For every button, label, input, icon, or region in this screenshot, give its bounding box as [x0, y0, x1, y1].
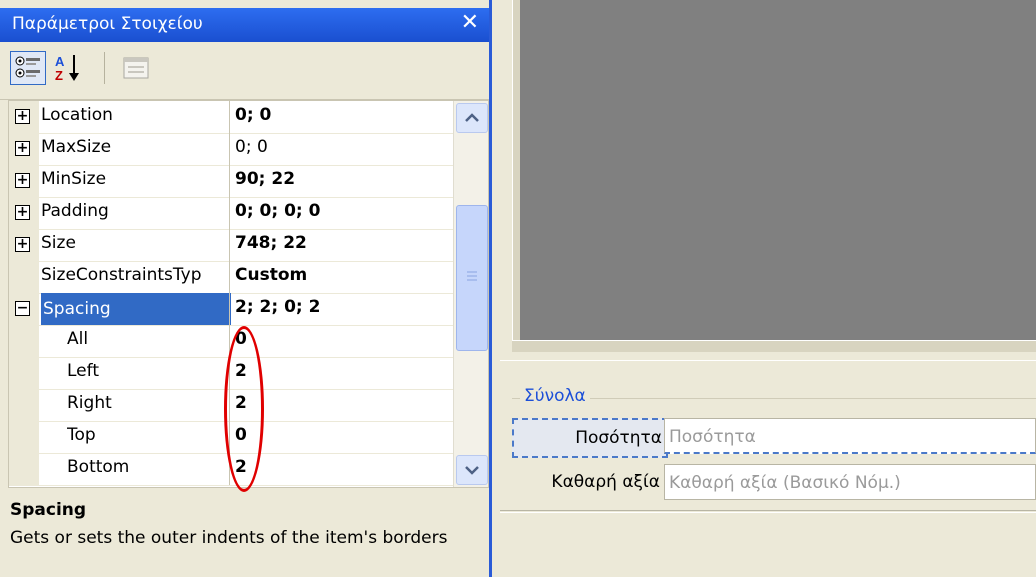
- property-row[interactable]: SizeConstraintsTyp Custom: [9, 261, 453, 294]
- row-gutter: [9, 421, 39, 453]
- property-value[interactable]: 748; 22: [235, 233, 307, 253]
- property-row[interactable]: + MaxSize 0; 0: [9, 133, 453, 166]
- property-row[interactable]: + MinSize 90; 22: [9, 165, 453, 198]
- property-name: Location: [41, 105, 113, 125]
- scroll-up-icon[interactable]: [456, 103, 488, 133]
- scroll-thumb[interactable]: [456, 205, 488, 351]
- close-icon[interactable]: ✕: [461, 10, 479, 35]
- row-gutter: [9, 453, 39, 485]
- row-gutter: +: [9, 197, 39, 229]
- design-canvas[interactable]: [520, 0, 1036, 340]
- row-gutter: [9, 389, 39, 421]
- divider: [500, 510, 1036, 511]
- row-gutter: +: [9, 165, 39, 197]
- canvas-frame: [512, 0, 520, 352]
- properties-panel: Παράμετροι Στοιχείου ✕ A Z + Location 0;…: [0, 0, 492, 577]
- property-row[interactable]: + Size 748; 22: [9, 229, 453, 262]
- panel-title: Παράμετροι Στοιχείου: [12, 14, 203, 34]
- canvas-frame-bottom: [512, 340, 1036, 352]
- property-name: Size: [41, 233, 76, 253]
- property-value[interactable]: Custom: [235, 265, 307, 285]
- divider: [500, 360, 1036, 361]
- collapse-icon[interactable]: −: [15, 301, 30, 316]
- field-input-net-value[interactable]: Καθαρή αξία (Βασικό Νόμ.): [664, 464, 1036, 500]
- expand-icon[interactable]: +: [15, 237, 30, 252]
- svg-text:A: A: [55, 54, 65, 69]
- panel-toolbar: A Z: [0, 42, 489, 100]
- property-row[interactable]: + Location 0; 0: [9, 101, 453, 134]
- property-name: Spacing: [41, 293, 231, 325]
- property-value[interactable]: 0; 0: [235, 137, 268, 157]
- property-name: Padding: [41, 201, 109, 221]
- property-value[interactable]: 2; 2; 0; 2: [235, 297, 320, 317]
- expand-icon[interactable]: +: [15, 141, 30, 156]
- description-pane: Spacing Gets or sets the outer indents o…: [8, 492, 489, 577]
- grid-scrollbar[interactable]: [453, 101, 488, 487]
- row-gutter: [9, 261, 39, 293]
- field-label-quantity[interactable]: Ποσότητα: [512, 418, 668, 458]
- group-title: Σύνολα: [520, 386, 590, 406]
- property-name: SizeConstraintsTyp: [41, 265, 202, 285]
- scroll-down-icon[interactable]: [456, 455, 488, 485]
- expand-icon[interactable]: +: [15, 109, 30, 124]
- row-gutter: −: [9, 293, 39, 325]
- property-value[interactable]: 90; 22: [235, 169, 295, 189]
- property-row[interactable]: + Padding 0; 0; 0; 0: [9, 197, 453, 230]
- description-text: Gets or sets the outer indents of the it…: [10, 528, 448, 548]
- row-gutter: +: [9, 229, 39, 261]
- panel-title-bar: Παράμετροι Στοιχείου ✕: [0, 8, 489, 42]
- property-name: Bottom: [67, 457, 130, 477]
- red-highlight-ellipse: [224, 326, 264, 492]
- expand-icon[interactable]: +: [15, 205, 30, 220]
- field-label-net-value[interactable]: Καθαρή αξία: [512, 464, 664, 500]
- row-gutter: +: [9, 101, 39, 133]
- categorized-icon[interactable]: [10, 51, 46, 85]
- property-row[interactable]: − Spacing 2; 2; 0; 2: [9, 293, 453, 326]
- group-border: [512, 398, 1036, 399]
- property-pages-icon[interactable]: [118, 51, 154, 85]
- property-value[interactable]: 0; 0: [235, 105, 271, 125]
- field-input-quantity[interactable]: Ποσότητα: [664, 418, 1036, 454]
- designer-footer: [500, 512, 1036, 572]
- svg-text:Z: Z: [55, 68, 63, 83]
- row-gutter: [9, 325, 39, 357]
- alphabetical-icon[interactable]: A Z: [52, 51, 88, 85]
- description-heading: Spacing: [10, 500, 87, 520]
- property-name: All: [67, 329, 89, 349]
- row-gutter: +: [9, 133, 39, 165]
- property-value[interactable]: 0; 0; 0; 0: [235, 201, 320, 221]
- row-gutter: [9, 357, 39, 389]
- expand-icon[interactable]: +: [15, 173, 30, 188]
- property-name: MaxSize: [41, 137, 112, 157]
- property-name: MinSize: [41, 169, 107, 189]
